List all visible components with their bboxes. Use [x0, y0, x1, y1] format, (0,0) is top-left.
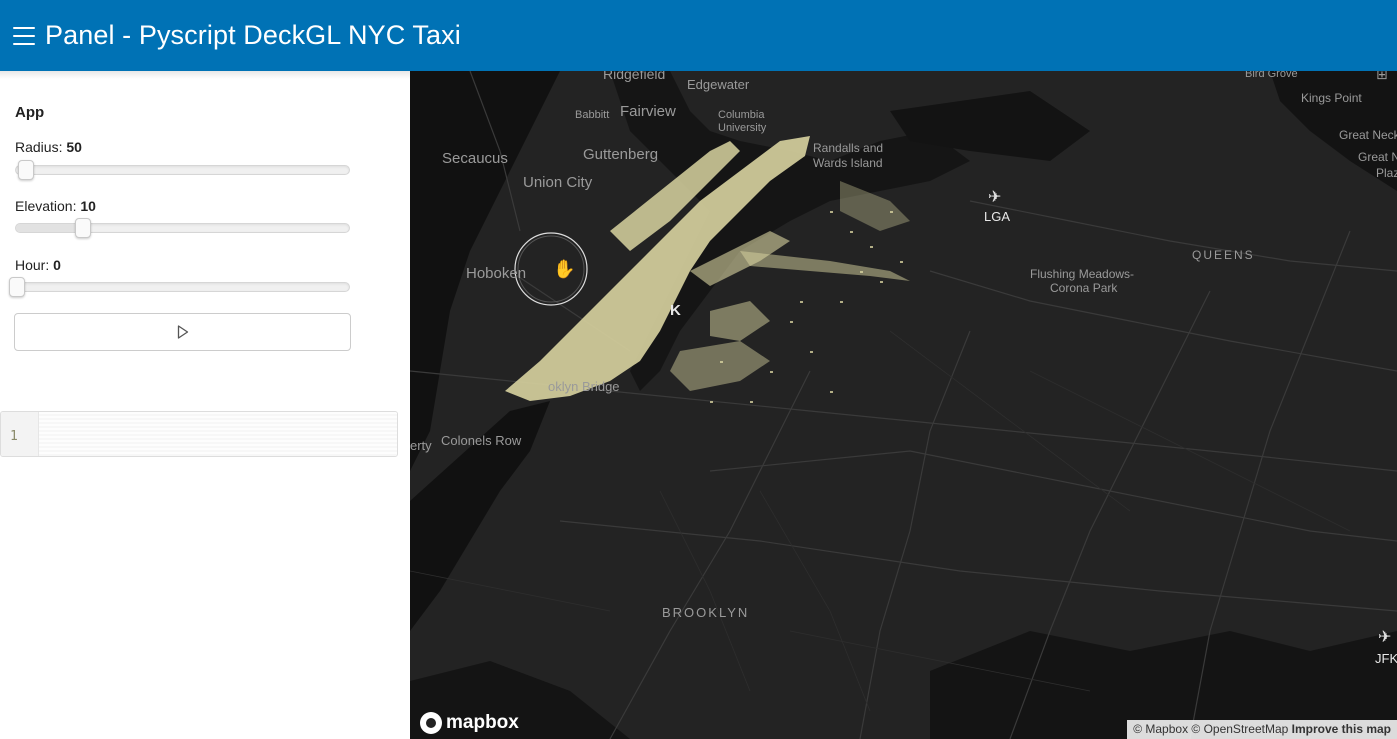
map-label-ridgefield: Ridgefield: [603, 71, 666, 82]
map-label-k: K: [670, 302, 681, 319]
mapbox-logo[interactable]: mapbox: [420, 712, 519, 734]
map-label-columbia: Columbia: [718, 109, 765, 121]
map-label-union-city: Union City: [523, 174, 593, 191]
map-label-bird-grove: Bird Grove: [1245, 71, 1298, 80]
map-label-randalls: Randalls and: [813, 141, 884, 155]
editor-gutter: [1, 412, 39, 456]
airplane-icon-lga: ✈: [988, 189, 1002, 206]
map-label-university: University: [718, 122, 767, 134]
elevation-label: Elevation: 10: [15, 198, 96, 214]
airplane-icon-jfk: ✈: [1378, 629, 1392, 646]
map-label-bridge: oklyn Bridge: [548, 379, 620, 394]
hand-cursor-icon: ✋: [553, 259, 576, 279]
elevation-slider-handle[interactable]: [75, 218, 91, 238]
map-label-guttenberg: Guttenberg: [583, 146, 659, 163]
deckgl-map[interactable]: ✋ Ridgefield Edgewater Babbitt Fairview …: [410, 71, 1397, 739]
play-icon: [177, 325, 188, 339]
radius-value: 50: [66, 139, 82, 155]
map-label-babbitt: Babbitt: [575, 109, 610, 121]
map-label-hoboken: Hoboken: [466, 265, 527, 282]
map-label-plaz: Plaz: [1376, 166, 1397, 180]
map-label-wards: Wards Island: [813, 156, 883, 170]
hour-slider[interactable]: [9, 277, 350, 297]
map-label-great-neck-2: Great N: [1358, 150, 1397, 164]
map-control-icon[interactable]: ⊞: [1376, 71, 1388, 83]
hour-label: Hour: 0: [15, 257, 61, 273]
map-label-fairview: Fairview: [620, 103, 676, 120]
editor-code-area[interactable]: [39, 412, 397, 456]
map-base-layer: [410, 71, 1397, 739]
radius-label: Radius: 50: [15, 139, 82, 155]
hour-value: 0: [53, 257, 61, 273]
map-label-edgewater: Edgewater: [687, 77, 750, 92]
map-label-brooklyn: BROOKLYN: [662, 605, 750, 620]
improve-map-link[interactable]: Improve this map: [1292, 722, 1391, 736]
sidebar-shadow: [0, 71, 410, 79]
map-attribution[interactable]: © Mapbox © OpenStreetMap Improve this ma…: [1127, 720, 1397, 739]
mapbox-logo-icon: [420, 712, 442, 734]
map-label-lga: LGA: [984, 209, 1011, 224]
app-section-title: App: [15, 104, 45, 121]
map-label-secaucus: Secaucus: [442, 150, 508, 167]
page-title: Panel - Pyscript DeckGL NYC Taxi: [45, 20, 461, 50]
map-label-queens: QUEENS: [1192, 248, 1255, 262]
elevation-slider[interactable]: [15, 218, 350, 238]
play-button[interactable]: [14, 313, 351, 351]
map-label-flushing-2: Corona Park: [1050, 281, 1118, 295]
app-header: Panel - Pyscript DeckGL NYC Taxi: [0, 0, 1397, 71]
radius-slider-handle[interactable]: [18, 160, 34, 180]
map-label-kings-point: Kings Point: [1301, 91, 1362, 105]
hour-slider-handle[interactable]: [9, 277, 25, 297]
line-number: 1: [10, 429, 18, 444]
map-label-colonels-row: Colonels Row: [441, 433, 522, 448]
radius-slider[interactable]: [15, 160, 350, 180]
map-label-jfk: JFK: [1375, 651, 1397, 666]
elevation-value: 10: [80, 198, 96, 214]
menu-icon[interactable]: [13, 26, 35, 45]
code-editor[interactable]: 1: [0, 411, 398, 457]
map-label-great-neck: Great Neck: [1339, 128, 1397, 142]
map-label-flushing-1: Flushing Meadows-: [1030, 267, 1135, 281]
map-label-erty: erty: [410, 438, 432, 453]
